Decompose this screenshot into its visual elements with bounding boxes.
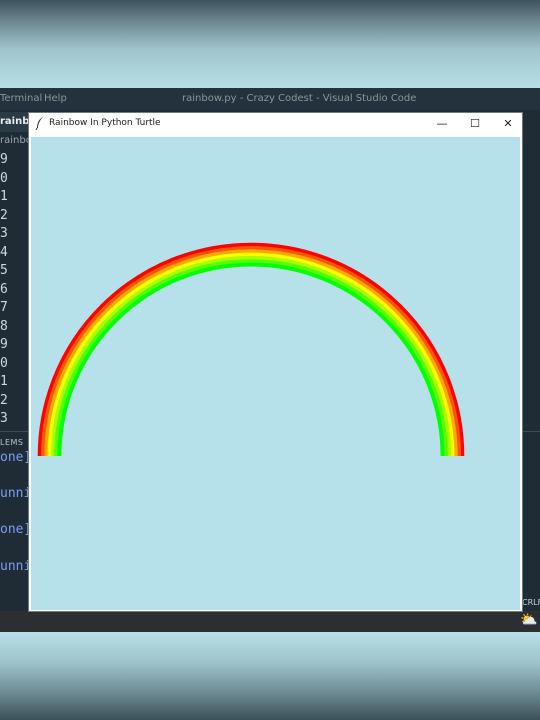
line-number: 8 bbox=[0, 318, 8, 334]
taskbar bbox=[0, 611, 540, 632]
panel-tab-problems[interactable]: LEMS bbox=[0, 438, 24, 447]
terminal-line: unni bbox=[0, 559, 32, 574]
line-number: 6 bbox=[0, 281, 8, 297]
status-line-ending[interactable]: CRLF bbox=[522, 598, 540, 607]
weather-icon[interactable]: ⛅ bbox=[520, 612, 537, 628]
rainbow-band bbox=[44, 249, 458, 457]
line-number: 4 bbox=[0, 244, 8, 260]
line-number: 2 bbox=[0, 392, 8, 408]
line-number: 2 bbox=[0, 207, 8, 223]
rainbow-band bbox=[50, 255, 452, 457]
rainbow-band bbox=[54, 259, 448, 457]
line-number: 1 bbox=[0, 374, 8, 389]
rainbow-band bbox=[41, 246, 461, 457]
turtle-window: Rainbow In Python Turtle — ☐ ✕ bbox=[28, 112, 523, 612]
line-number: 0 bbox=[0, 170, 8, 186]
line-number: 5 bbox=[0, 263, 8, 278]
vscode-titlebar: Terminal Help rainbow.py - Crazy Codest … bbox=[0, 88, 540, 110]
breadcrumb[interactable]: rainbow bbox=[0, 135, 30, 146]
line-number: 3 bbox=[0, 226, 8, 241]
line-number: 1 bbox=[0, 189, 8, 204]
terminal-line: unni bbox=[0, 486, 32, 501]
rainbow-band bbox=[37, 242, 465, 457]
menu-help[interactable]: Help bbox=[44, 93, 67, 104]
minimize-button[interactable]: — bbox=[427, 114, 457, 134]
line-number: 9 bbox=[0, 152, 8, 167]
terminal-line: one] bbox=[0, 522, 32, 537]
close-button[interactable]: ✕ bbox=[493, 114, 523, 134]
terminal-line: one] bbox=[0, 450, 32, 465]
line-number-gutter: 9 0 1 2 3 4 5 6 7 8 9 0 1 2 3 bbox=[0, 152, 30, 430]
line-number: 9 bbox=[0, 337, 8, 352]
turtle-window-title: Rainbow In Python Turtle bbox=[49, 118, 161, 128]
background-blur-top bbox=[0, 0, 540, 88]
editor-tab-rainbow[interactable]: rainbow.py bbox=[0, 112, 30, 132]
line-number: 7 bbox=[0, 300, 8, 315]
line-number: 0 bbox=[0, 355, 8, 371]
vscode-window-title: rainbow.py - Crazy Codest - Visual Studi… bbox=[182, 93, 417, 104]
menu-terminal[interactable]: Terminal bbox=[0, 93, 42, 104]
line-number: 3 bbox=[0, 411, 8, 426]
rainbow-drawing bbox=[37, 242, 465, 457]
background-blur-bottom bbox=[0, 632, 540, 720]
rainbow-band bbox=[47, 252, 455, 457]
turtle-titlebar[interactable]: Rainbow In Python Turtle — ☐ ✕ bbox=[29, 113, 522, 135]
turtle-canvas[interactable] bbox=[31, 137, 520, 610]
feather-icon bbox=[35, 117, 43, 130]
maximize-button[interactable]: ☐ bbox=[460, 114, 490, 134]
